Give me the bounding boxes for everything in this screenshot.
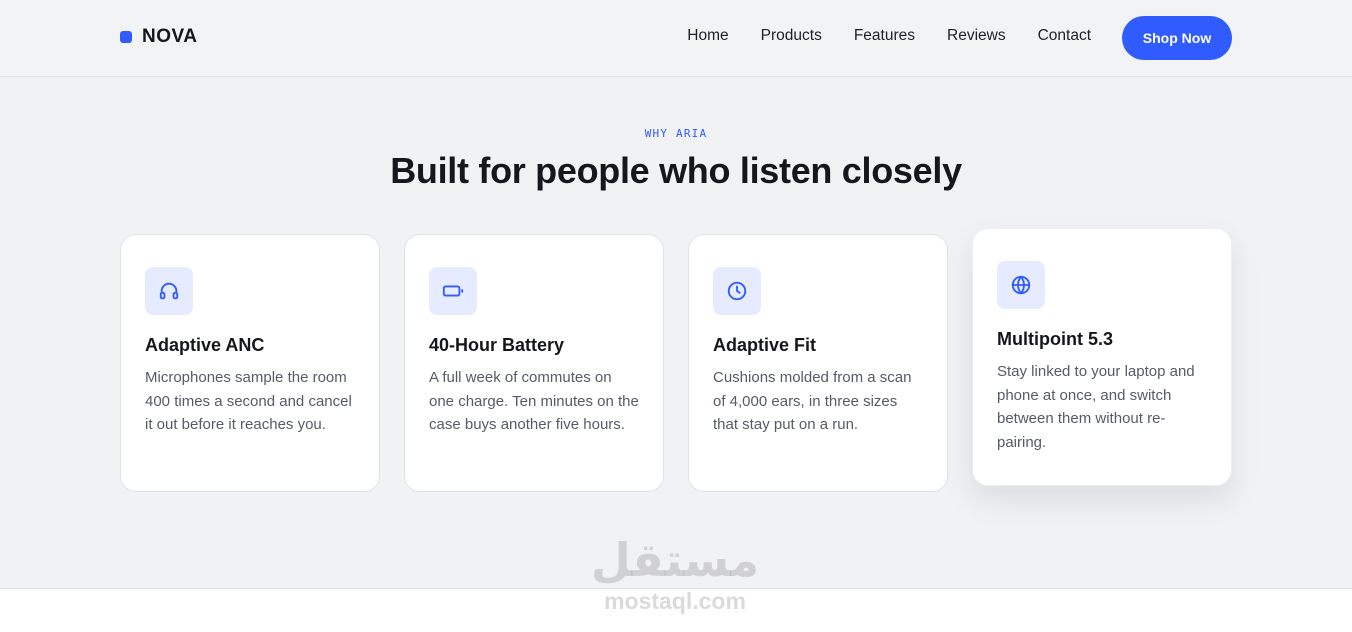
nav-link-features[interactable]: Features — [854, 26, 915, 46]
feature-card-adaptive-anc: Adaptive ANC Microphones sample the room… — [120, 234, 380, 492]
feature-card-battery: 40-Hour Battery A full week of commutes … — [404, 234, 664, 492]
nav-link-contact[interactable]: Contact — [1038, 26, 1091, 46]
feature-card-multipoint: Multipoint 5.3 Stay linked to your lapto… — [972, 228, 1232, 486]
feature-description: Microphones sample the room 400 times a … — [145, 369, 352, 433]
feature-description: Stay linked to your laptop and phone at … — [997, 363, 1195, 451]
globe-icon — [997, 261, 1045, 309]
battery-icon — [429, 267, 477, 315]
nav-links: Home Products Features Reviews Contact — [655, 26, 1091, 46]
section-eyebrow: WHY ARIA — [644, 127, 708, 140]
clock-icon — [713, 267, 761, 315]
feature-title: 40-Hour Battery — [429, 335, 565, 355]
brand-logo[interactable]: NOVA — [120, 26, 197, 48]
feature-description: Cushions molded from a scan of 4,000 ear… — [713, 369, 912, 433]
feature-title: Adaptive Fit — [713, 335, 817, 355]
section-title: Built for people who listen closely — [390, 150, 962, 191]
nav-link-products[interactable]: Products — [761, 26, 822, 46]
feature-card-adaptive-fit: Adaptive Fit Cushions molded from a scan… — [688, 234, 948, 492]
feature-title: Multipoint 5.3 — [997, 329, 1113, 349]
watermark-arabic: مستقل — [590, 533, 760, 587]
nav-link-reviews[interactable]: Reviews — [947, 26, 1006, 46]
brand-name: NOVA — [142, 26, 198, 47]
nav-link-home[interactable]: Home — [687, 26, 728, 46]
watermark: مستقل mostaql.com — [560, 532, 790, 614]
feature-title: Adaptive ANC — [145, 335, 265, 355]
shop-now-button[interactable]: Shop Now — [1122, 16, 1232, 60]
top-navigation: NOVA Home Products Features Reviews Cont… — [0, 0, 1352, 77]
feature-description: A full week of commutes on one charge. T… — [429, 369, 639, 433]
brand-mark-icon — [120, 31, 132, 43]
headphones-icon — [145, 267, 193, 315]
watermark-latin: mostaql.com — [604, 588, 746, 614]
